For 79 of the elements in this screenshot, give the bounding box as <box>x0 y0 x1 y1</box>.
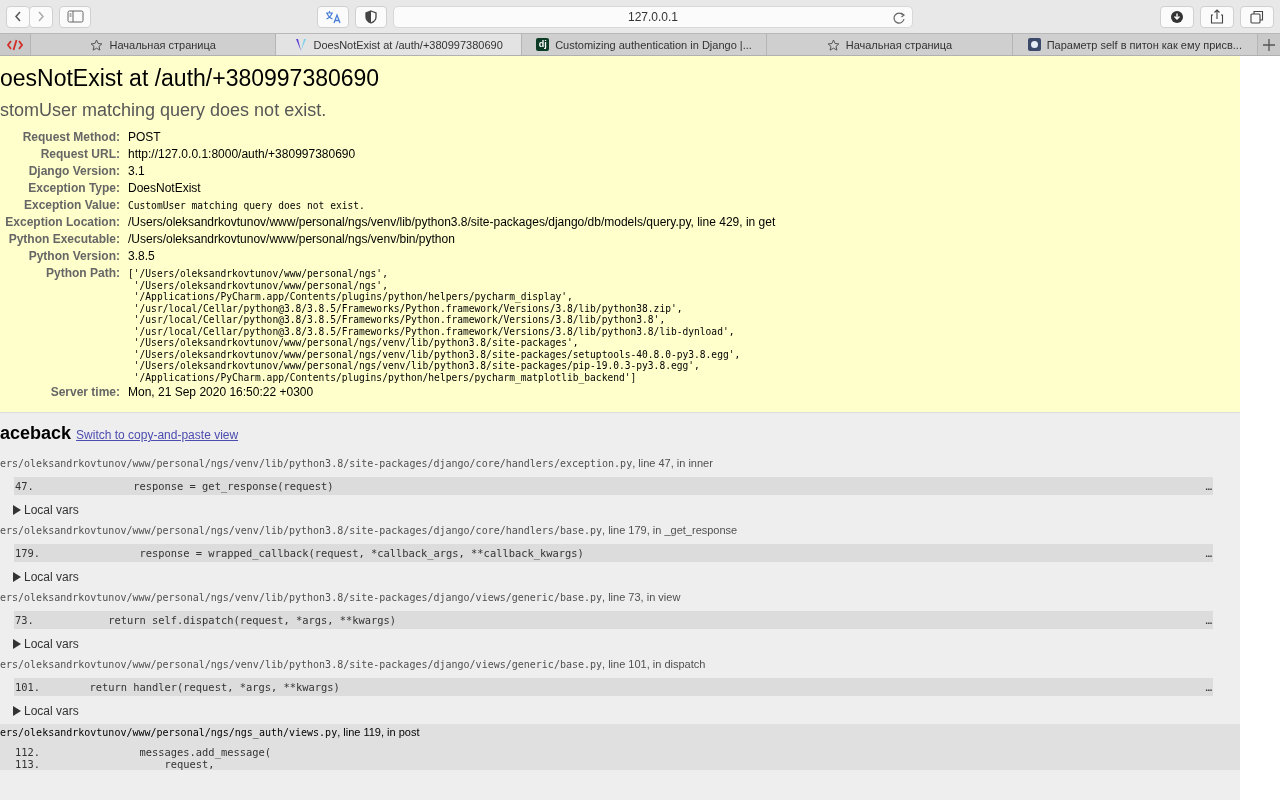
field-value: POST <box>128 130 161 144</box>
line-number: 101. <box>15 681 42 693</box>
section-heading: aceback <box>0 423 72 444</box>
frame-location: ers/oleksandrkovtunov/www/personal/ngs/ngs_auth/views.py, line 119, in post <box>0 725 421 740</box>
triangle-icon <box>13 572 21 582</box>
field-label: Request Method: <box>0 129 128 146</box>
local-vars-toggle[interactable]: Local vars <box>13 637 79 651</box>
expand-ellipsis[interactable]: … <box>1205 680 1212 694</box>
field-label: Python Executable: <box>0 231 128 248</box>
star-icon <box>826 38 840 51</box>
frame-location: ers/oleksandrkovtunov/www/personal/ngs/venv/lib/python3.8/site-packages/django/views/generic/base.py, line 73, in view <box>0 590 682 605</box>
site-icon <box>1027 38 1041 51</box>
download-icon <box>1170 9 1184 24</box>
triangle-icon <box>13 505 21 515</box>
code-text: return handler(request, *args, **kwargs) <box>88 681 341 693</box>
tab-overview-button[interactable] <box>1240 5 1274 28</box>
field-value: /Users/oleksandrkovtunov/www/personal/ngs/venv/bin/python <box>128 232 455 246</box>
logo-icon <box>294 37 308 52</box>
local-vars-toggle[interactable]: Local vars <box>13 704 79 718</box>
code-text: response = wrapped_callback(request, *callback_args, **callback_kwargs) <box>138 547 585 559</box>
browser-tab[interactable]: Начальная страница <box>31 34 277 55</box>
error-message: stomUser matching query does not exist. <box>0 99 328 121</box>
line-number: 47. <box>15 480 35 492</box>
field-value: Mon, 21 Sep 2020 16:50:22 +0300 <box>128 385 314 399</box>
code-text: request, <box>164 758 215 770</box>
translate-icon <box>325 9 341 24</box>
line-number: 112. <box>15 746 42 758</box>
field-label: Server time: <box>0 384 128 401</box>
field-value: 3.8.5 <box>128 249 155 263</box>
browser-tab[interactable]: DoesNotExist at /auth/+380997380690 <box>276 34 522 55</box>
expand-ellipsis[interactable]: … <box>1205 613 1212 627</box>
share-button[interactable] <box>1200 5 1234 28</box>
browser-tab[interactable]: Начальная страница <box>767 34 1013 55</box>
error-title: oesNotExist at /auth/+380997380690 <box>0 64 381 92</box>
star-icon <box>90 38 104 51</box>
code-icon[interactable] <box>7 37 23 52</box>
frame-location: ers/oleksandrkovtunov/www/personal/ngs/venv/lib/python3.8/site-packages/django/core/handlers/base.py, line 179, in _get_response <box>0 523 739 538</box>
sidebar-icon <box>66 10 84 23</box>
code-text: return self.dispatch(request, *args, **kwargs) <box>107 614 398 626</box>
field-label: Exception Value: <box>0 197 128 214</box>
browser-tab[interactable]: Параметр self в питон как ему присв... <box>1012 34 1259 55</box>
field-value: /Users/oleksandrkovtunov/www/personal/ngs/venv/lib/python3.8/site-packages/django/db/models/query.py, line 429, in get <box>128 215 776 229</box>
local-vars-toggle[interactable]: Local vars <box>13 503 79 517</box>
field-label: Django Version: <box>0 163 128 180</box>
line-number: 73. <box>15 614 35 626</box>
frame-location: ers/oleksandrkovtunov/www/personal/ngs/venv/lib/python3.8/site-packages/django/views/generic/base.py, line 101, in dispatch <box>0 657 707 672</box>
downloads-button[interactable] <box>1160 5 1194 28</box>
back-button[interactable] <box>6 5 30 28</box>
field-label: Request URL: <box>0 146 128 163</box>
expand-ellipsis[interactable]: … <box>1205 546 1212 560</box>
code-text: messages.add_message( <box>138 746 272 758</box>
share-icon <box>1210 9 1224 24</box>
line-number: 179. <box>15 547 42 559</box>
field-value: http://127.0.0.1:8000/auth/+380997380690 <box>128 147 356 161</box>
django-icon: dj <box>536 38 550 51</box>
address-field[interactable]: 127.0.0.1 <box>627 9 678 24</box>
line-number: 113. <box>15 758 42 770</box>
expand-ellipsis[interactable]: … <box>1205 479 1212 493</box>
reload-icon[interactable] <box>893 10 906 24</box>
triangle-icon <box>13 706 21 716</box>
frame-location: ers/oleksandrkovtunov/www/personal/ngs/venv/lib/python3.8/site-packages/django/core/handlers/exception.py, line 47, in inner <box>0 456 714 471</box>
field-value: DoesNotExist <box>128 181 201 195</box>
code-text: response = get_response(request) <box>132 480 335 492</box>
new-tab-icon[interactable] <box>1263 38 1276 51</box>
local-vars-toggle[interactable]: Local vars <box>13 570 79 584</box>
field-label: Python Version: <box>0 248 128 265</box>
tabs-overview-icon <box>1250 9 1264 24</box>
translate-button[interactable] <box>317 5 349 28</box>
privacy-button[interactable] <box>355 5 387 28</box>
field-label: Exception Location: <box>0 214 128 231</box>
shield-icon <box>364 9 378 24</box>
field-value: 3.1 <box>128 164 145 178</box>
code-value: CustomUser matching query does not exist. <box>128 200 366 212</box>
field-label: Exception Type: <box>0 180 128 197</box>
copy-paste-link[interactable]: Switch to copy-and-paste view <box>76 428 239 442</box>
field-label: Python Path: <box>45 265 121 282</box>
browser-tab[interactable]: dj Customizing authentication in Django |... <box>521 34 768 55</box>
code-value: ['/Users/oleksandrkovtunov/www/personal/ngs', '/Users/oleksandrkovtunov/www/personal/ngs', '/Applications/PyCharm.app/Contents/plugins/python/helpers/pycharm_display', '/usr/local/Cellar/python@3.8/3.8.5/Frameworks/Python.framework/Versions/3.8/lib/python38.zip', '/usr/local/Cellar/python@3.8/3.8.5/Frameworks/Python.framework/Versions/3.8/lib/python3.8', '/usr/local/Cellar/python@3.8/3.8.5/Frameworks/Python.framework/Versions/3.8/lib/python3.8/lib-dynload', '/Users/oleksandrkovtunov/www/personal/ngs/venv/lib/python3.8/site-packages', '/Users/oleksandrkovtunov/www/personal/ngs/venv/lib/python3.8/site-packages/setuptools-40.8.0-py3.8.egg', '/Users/oleksandrkovtunov/www/personal/ngs/venv/lib/python3.8/site-packages/pip-19.0.3-py3.8.egg', '/Applications/PyCharm.app/Contents/plugins/python/helpers/pycharm_matplotlib_backend'] <box>128 268 742 383</box>
triangle-icon <box>13 639 21 649</box>
